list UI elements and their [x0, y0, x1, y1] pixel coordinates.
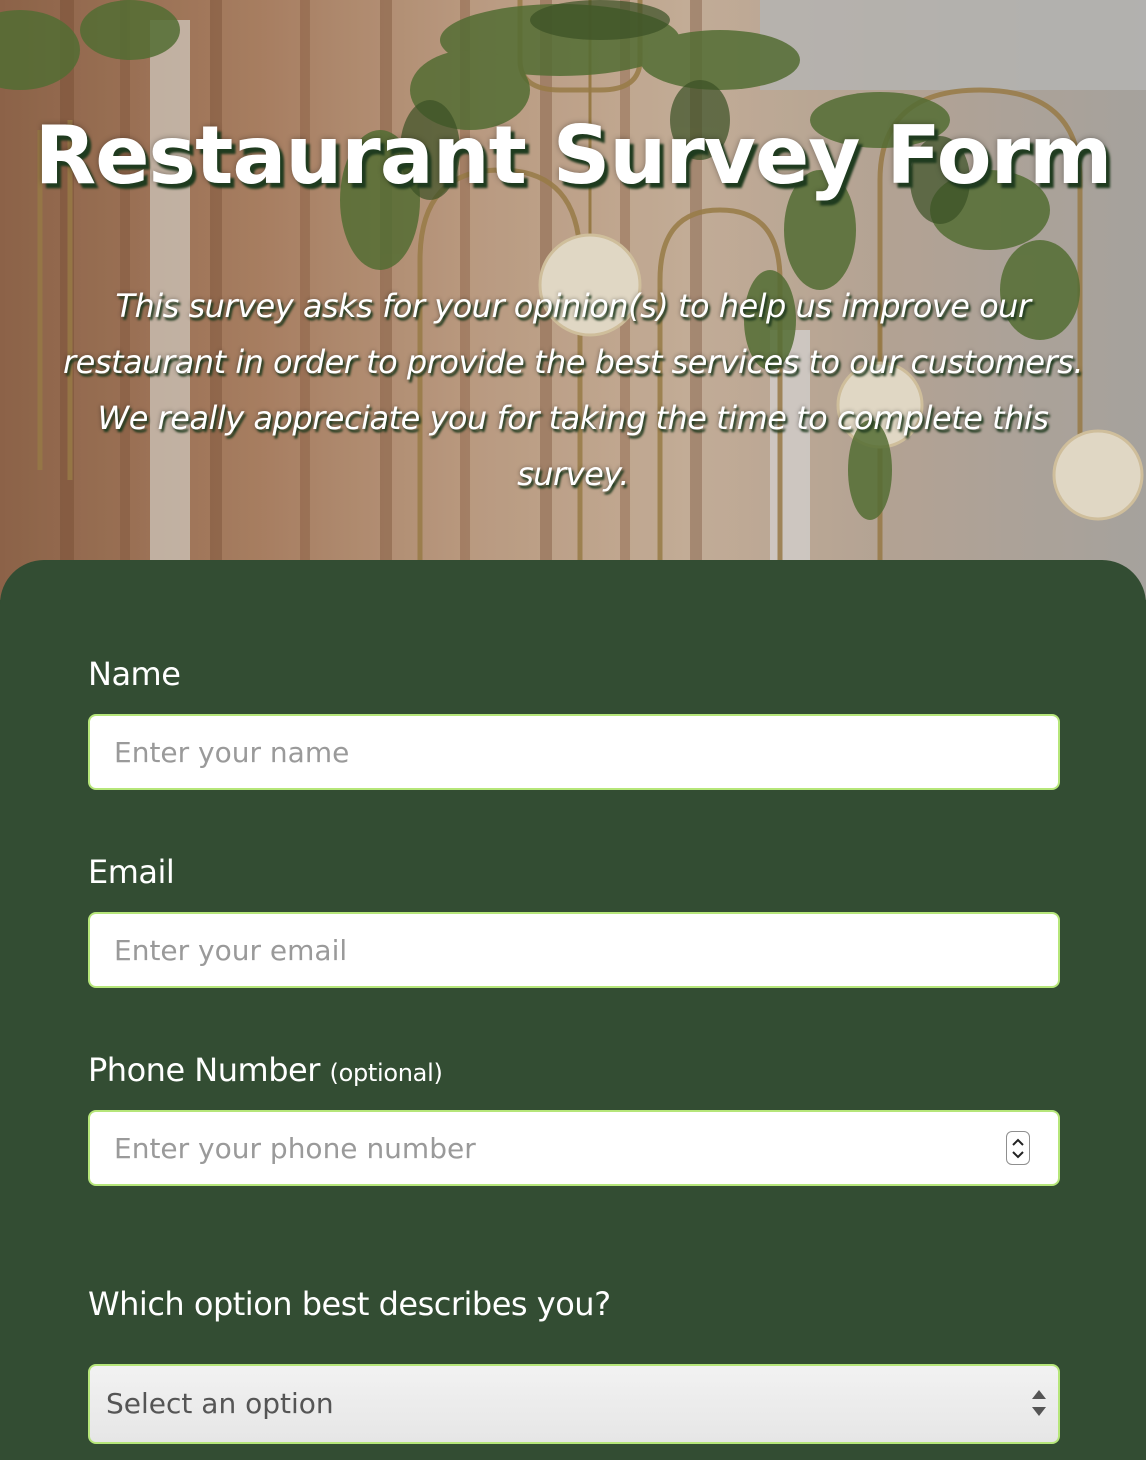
survey-description: This survey asks for your opinion(s) to … [62, 287, 1084, 493]
phone-number-stepper[interactable] [1006, 1131, 1030, 1165]
email-input[interactable] [88, 912, 1060, 988]
survey-form [0, 560, 1146, 1460]
hero-banner: Restaurant Survey Form This survey asks … [0, 0, 1146, 600]
email-label: Email [88, 853, 175, 891]
optional-note: (optional) [329, 1059, 443, 1087]
phone-input[interactable] [88, 1110, 1060, 1186]
phone-label: Phone Number (optional) [88, 1050, 443, 1093]
phone-label-text: Phone Number [88, 1051, 320, 1089]
name-input[interactable] [88, 714, 1060, 790]
select-arrows-icon [1032, 1390, 1046, 1416]
describes-you-select[interactable]: Select an option [88, 1364, 1060, 1444]
select-value: Select an option [106, 1387, 334, 1420]
stepper-arrows-icon [1012, 1138, 1024, 1159]
name-label: Name [88, 655, 181, 693]
page-title: Restaurant Survey Form [34, 109, 1113, 202]
describes-you-label: Which option best describes you? [88, 1285, 611, 1323]
